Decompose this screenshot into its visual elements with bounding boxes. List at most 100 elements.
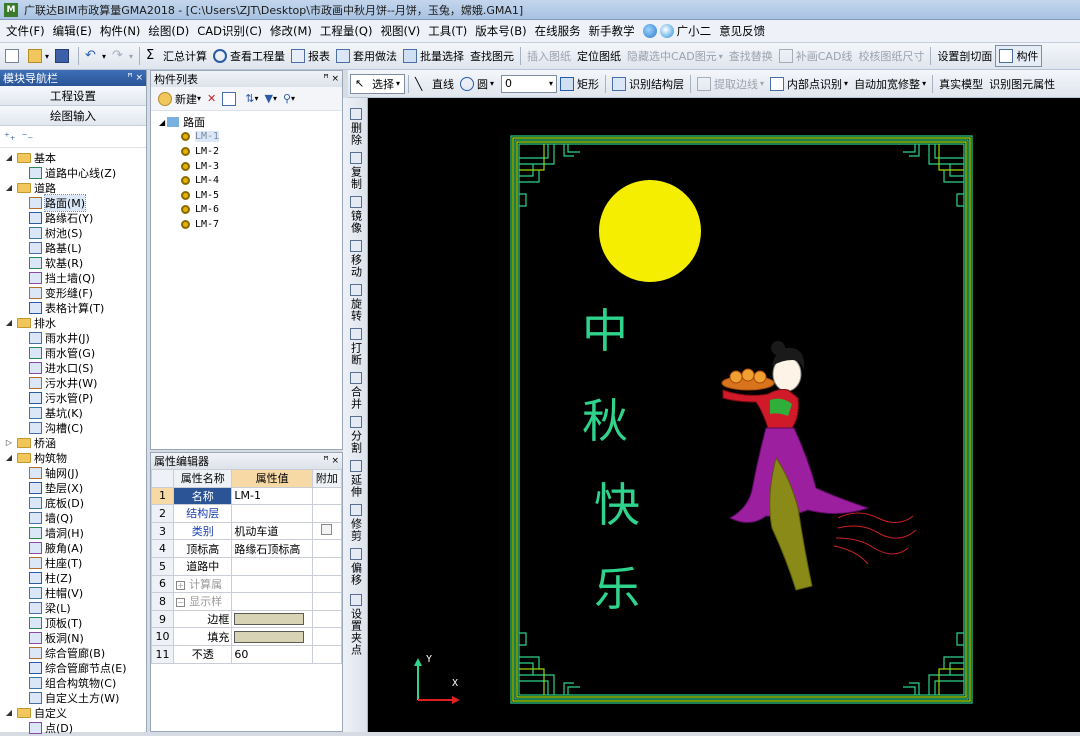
tree-folder[interactable]: ◢ 排水 — [0, 315, 146, 330]
set-section-button[interactable]: 设置剖切面 — [934, 45, 995, 67]
component-item[interactable]: LM-5 — [181, 188, 342, 203]
tree-item[interactable]: 墙洞(H) — [0, 525, 146, 540]
property-add-cell[interactable] — [311, 574, 343, 594]
tree-item[interactable]: 自定义土方(W) — [0, 690, 146, 705]
redo-button[interactable]: ↷ ▾ — [109, 45, 136, 67]
sort-button[interactable]: ⇅ ▾ — [242, 88, 261, 110]
property-add-cell[interactable] — [311, 609, 343, 629]
property-value[interactable] — [231, 592, 313, 611]
circle-tool-button[interactable]: 圆 ▾ — [457, 73, 497, 95]
property-row[interactable]: 5 道路中 — [150, 556, 343, 576]
property-add-cell[interactable] — [311, 627, 343, 646]
set-grip-button[interactable]: 设置夹点 — [343, 594, 368, 656]
view-quantity-button[interactable]: 查看工程量 — [210, 45, 288, 67]
batch-select-button[interactable]: 批量选择 — [400, 45, 467, 67]
identify-props-button[interactable]: 识别图元属性 — [986, 73, 1058, 95]
tree-item[interactable]: 表格计算(T) — [0, 300, 146, 315]
project-settings-button[interactable]: 工程设置 — [0, 86, 146, 106]
tree-folder[interactable]: ◢ 构筑物 — [0, 450, 146, 465]
filter-button[interactable]: ▼ ▾ — [261, 88, 279, 110]
expand-icon[interactable]: ▷ — [4, 438, 14, 447]
menu-view[interactable]: 视图(V) — [376, 20, 424, 42]
inner-point-identify-button[interactable]: 内部点识别 ▾ — [767, 73, 851, 95]
extend-button[interactable]: 延伸 — [343, 460, 368, 498]
property-value[interactable] — [231, 556, 313, 576]
color-swatch[interactable] — [234, 630, 305, 643]
menu-online[interactable]: 在线服务 — [531, 20, 585, 42]
property-value[interactable] — [231, 609, 313, 629]
menu-feedback[interactable]: 意见反馈 — [715, 20, 769, 42]
select-tool-button[interactable]: ↖ 选择 ▾ — [350, 73, 406, 94]
property-add-cell[interactable] — [311, 486, 343, 506]
insert-drawing-button[interactable]: 插入图纸 — [524, 45, 574, 67]
draw-input-button[interactable]: 绘图输入 — [0, 106, 146, 126]
tree-item[interactable]: 基坑(K) — [0, 405, 146, 420]
new-file-button[interactable] — [2, 45, 25, 67]
color-swatch[interactable] — [234, 613, 305, 626]
tree-item[interactable]: 路面(M) — [0, 193, 146, 212]
tree-item[interactable]: 路缘石(Y) — [0, 210, 146, 225]
menu-assistant[interactable]: 广小二 — [639, 20, 716, 42]
component-item[interactable]: LM-3 — [181, 159, 342, 174]
component-root[interactable]: ◢ 路面 — [159, 115, 342, 130]
tree-item[interactable]: 梁(L) — [0, 600, 146, 615]
tree-item[interactable]: 墙(Q) — [0, 510, 146, 525]
component-item[interactable]: LM-7 — [181, 217, 342, 232]
property-add-cell[interactable] — [311, 644, 343, 664]
property-row[interactable]: 8− 显示样 — [150, 592, 343, 611]
rotate-button[interactable]: 旋转 — [343, 284, 368, 322]
tree-item[interactable]: 垫层(X) — [0, 480, 146, 495]
report-button[interactable]: 报表 — [288, 45, 333, 67]
find-replace-button[interactable]: 查找替换 — [726, 45, 776, 67]
property-value[interactable] — [231, 504, 313, 523]
delete-button[interactable]: 删除 — [343, 108, 368, 146]
copy-button[interactable]: 复制 — [343, 152, 368, 190]
property-row[interactable]: 2 结构层 — [150, 504, 343, 523]
component-button[interactable]: 构件 — [995, 45, 1043, 67]
tree-item[interactable]: 综合管廊节点(E) — [0, 660, 146, 675]
panel-pin-close-icon[interactable]: ꟸ × — [323, 456, 339, 466]
collapse-icon[interactable]: ◢ — [4, 183, 14, 192]
tree-item[interactable]: 雨水管(G) — [0, 345, 146, 360]
expand-icon[interactable]: + — [176, 580, 186, 590]
split-button[interactable]: 分割 — [343, 416, 368, 454]
tree-item[interactable]: 组合构筑物(C) — [0, 675, 146, 690]
open-button[interactable]: ▾ — [25, 45, 52, 67]
property-value[interactable] — [231, 574, 313, 594]
collapse-icon[interactable]: ◢ — [4, 318, 14, 327]
drawing-canvas[interactable]: 中 秋 快 乐 Y X — [368, 98, 1080, 732]
tree-folder[interactable]: ▷ 桥涵 — [0, 435, 146, 450]
menu-component[interactable]: 构件(N) — [96, 20, 145, 42]
hide-cad-button[interactable]: 隐藏选中CAD图元 ▾ — [624, 45, 726, 67]
menu-draw[interactable]: 绘图(D) — [144, 20, 193, 42]
property-row[interactable]: 1 名称 LM-1 — [150, 486, 343, 506]
property-add-cell[interactable] — [311, 504, 343, 523]
property-row[interactable]: 9 边框 — [150, 609, 343, 629]
menu-edit[interactable]: 编辑(E) — [49, 20, 96, 42]
find-element-button[interactable]: 查找图元 — [467, 45, 517, 67]
break-button[interactable]: 打断 — [343, 328, 368, 366]
delete-component-button[interactable]: ✕ — [204, 88, 219, 110]
tree-item[interactable]: 污水井(W) — [0, 375, 146, 390]
merge-button[interactable]: 合并 — [343, 372, 368, 410]
identify-structure-button[interactable]: 识别结构层 — [609, 73, 687, 95]
property-row[interactable]: 4 顶标高 路缘石顶标高 — [150, 539, 343, 558]
extract-edge-button[interactable]: 提取边线 ▾ — [694, 73, 767, 95]
property-row[interactable]: 11 不透 60 — [150, 644, 343, 664]
tree-item[interactable]: 轴网(J) — [0, 465, 146, 480]
trim-button[interactable]: 修剪 — [343, 504, 368, 542]
save-button[interactable] — [52, 45, 75, 67]
menu-file[interactable]: 文件(F) — [2, 20, 49, 42]
property-value[interactable]: LM-1 — [231, 486, 313, 506]
property-add-cell[interactable] — [311, 539, 343, 558]
tree-item[interactable]: 沟槽(C) — [0, 420, 146, 435]
menu-tools[interactable]: 工具(T) — [424, 20, 471, 42]
menu-quantity[interactable]: 工程量(Q) — [316, 20, 377, 42]
menu-tutorial[interactable]: 新手教学 — [585, 20, 639, 42]
component-item[interactable]: LM-1 — [181, 130, 342, 145]
mirror-button[interactable]: 镜像 — [343, 196, 368, 234]
summary-calc-button[interactable]: Σ 汇总计算 — [143, 45, 210, 67]
menu-modify[interactable]: 修改(M) — [266, 20, 316, 42]
tree-item[interactable]: 板洞(N) — [0, 630, 146, 645]
collapse-icon[interactable]: ◢ — [4, 453, 14, 462]
